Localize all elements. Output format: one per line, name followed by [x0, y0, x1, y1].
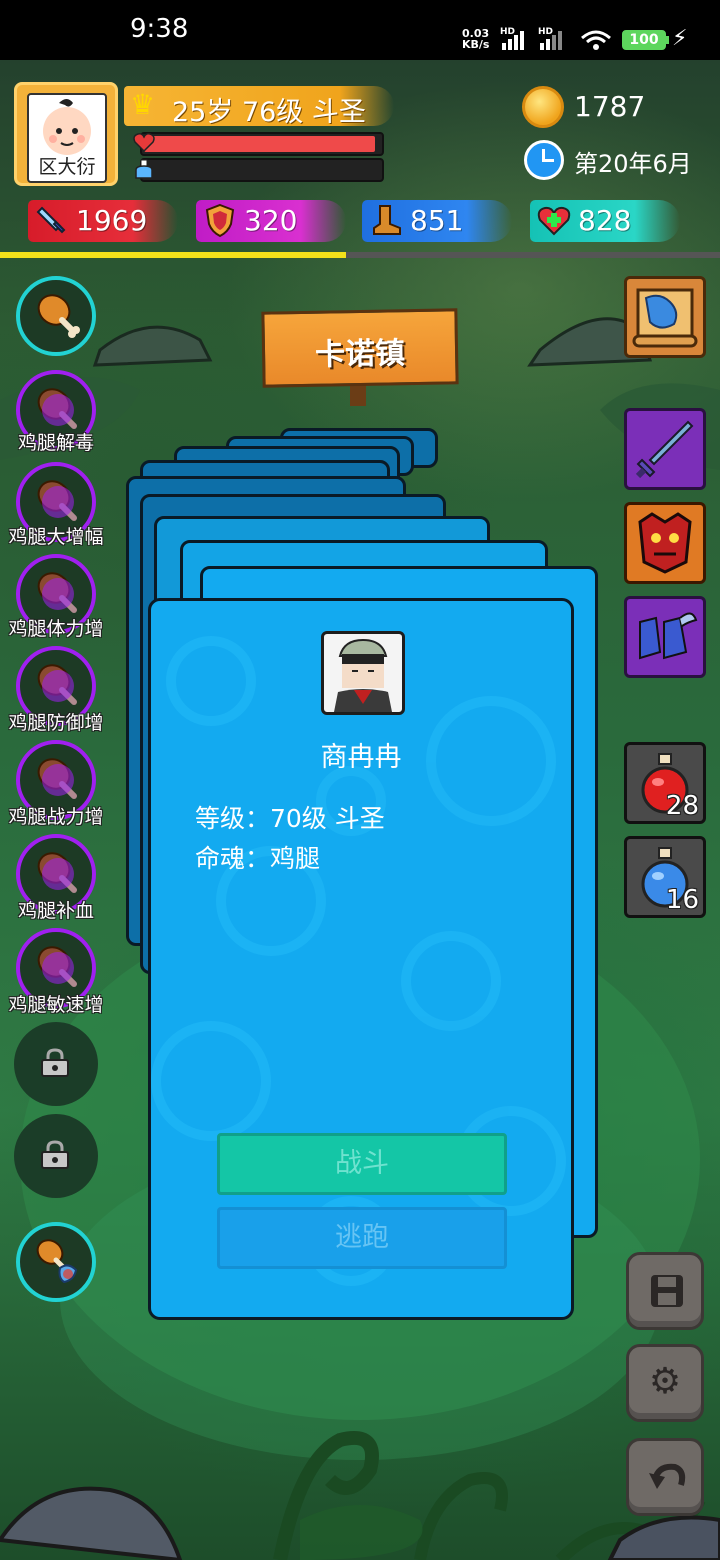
npc-level: 等级：70级 斗圣: [195, 804, 385, 833]
speed-stat: 851: [362, 200, 512, 242]
player-avatar-button[interactable]: 区大衍: [14, 82, 118, 186]
drumstick-heal-icon: [37, 852, 77, 893]
player-name: 区大衍: [38, 156, 96, 178]
defense-value: 320: [244, 204, 298, 237]
sword-icon: [36, 206, 66, 234]
speed-value: 851: [410, 204, 464, 237]
map-button[interactable]: [624, 276, 706, 358]
level-banner: ♛ 25岁 76级 斗圣: [124, 86, 394, 128]
blue-potion-count: 16: [665, 885, 699, 915]
drumstick-stamina-icon: [37, 572, 77, 613]
scroll-map-icon: [632, 288, 698, 348]
clock-time: 9:38: [130, 14, 189, 44]
lock-icon: [41, 1048, 69, 1077]
gold-amount: 1787: [574, 90, 646, 123]
battery-tip: [666, 36, 669, 44]
drumstick-buff-button[interactable]: [16, 276, 96, 356]
drumstick-defense-icon: [37, 664, 77, 705]
gear-icon: ⚙: [648, 1361, 682, 1402]
game-date: 第20年6月: [574, 150, 692, 178]
mana-flask-icon: [132, 158, 156, 187]
back-arrow-icon: [649, 1463, 686, 1489]
system-status-bar: 9:38 0.03 KB/s HD HD 100 ⚡: [0, 0, 720, 60]
npc-soul: 命魂：鸡腿: [195, 844, 321, 873]
sign-post: [350, 384, 366, 406]
heart-plus-icon: [537, 206, 571, 236]
demon-armor-icon: [638, 512, 692, 574]
boots-slot[interactable]: [624, 596, 706, 678]
npc-portrait: [321, 631, 405, 715]
boot-icon: [373, 205, 401, 235]
shield-icon: [205, 203, 235, 238]
buff-speed-label: 鸡腿敏速增: [8, 994, 104, 1016]
locked-slot[interactable]: [14, 1022, 98, 1106]
drumstick-speed-icon: [37, 946, 77, 987]
sword-equipment-icon: [635, 420, 694, 479]
blue-potion-slot[interactable]: 16: [624, 836, 706, 918]
auto-drumstick-button[interactable]: [16, 1222, 96, 1302]
signal-wifi-icons: HD HD: [500, 27, 611, 50]
npc-face-icon: [334, 638, 392, 712]
buff-defense-label: 鸡腿防御增: [8, 712, 104, 734]
winged-boots-icon: [639, 612, 698, 660]
health-value: 828: [578, 204, 632, 237]
drumstick-attack-icon: [37, 758, 77, 799]
buff-detox-label: 鸡腿解毒: [17, 432, 94, 454]
experience-bar-fill: [0, 252, 346, 258]
locked-slot[interactable]: [14, 1114, 98, 1198]
player-level-text: 25岁 76级 斗圣: [172, 97, 366, 128]
drumstick-icon: [37, 294, 80, 338]
svg-text:HD: HD: [500, 27, 515, 37]
avatar: 区大衍: [27, 93, 107, 183]
hp-bar: [140, 132, 384, 156]
npc-name: 商冉冉: [320, 742, 402, 773]
drumstick-boost-icon: [37, 480, 77, 521]
encounter-card: 商冉冉 等级：70级 斗圣 命魂：鸡腿 战斗 逃跑: [148, 598, 574, 1320]
red-potion-count: 28: [665, 791, 699, 821]
back-button[interactable]: [626, 1438, 704, 1516]
location-sign: 卡诺镇: [261, 308, 459, 388]
drumstick-dragon-icon: [36, 1239, 78, 1284]
svg-text:HD: HD: [538, 27, 553, 37]
floppy-disk-icon: [651, 1275, 683, 1307]
fight-button[interactable]: 战斗: [217, 1133, 507, 1195]
experience-bar: [0, 252, 720, 258]
defense-stat: 320: [196, 200, 346, 242]
drumstick-detox-icon: [37, 388, 77, 429]
hp-bar-fill: [144, 136, 375, 152]
mp-bar: [140, 158, 384, 182]
crown-icon: ♛: [130, 88, 156, 121]
weapon-slot[interactable]: [624, 408, 706, 490]
settings-button[interactable]: ⚙: [626, 1344, 704, 1422]
flee-button[interactable]: 逃跑: [217, 1207, 507, 1269]
buff-heal-label: 鸡腿补血: [17, 900, 94, 922]
attack-value: 1969: [76, 204, 148, 237]
armor-slot[interactable]: [624, 502, 706, 584]
charging-icon: ⚡: [672, 26, 688, 51]
red-potion-slot[interactable]: 28: [624, 742, 706, 824]
network-speed: 0.03 KB/s: [462, 27, 490, 51]
buff-stamina-label: 鸡腿体力增: [8, 618, 104, 640]
battery-indicator: 100: [622, 30, 666, 50]
attack-stat: 1969: [28, 200, 178, 242]
heart-icon: [132, 130, 156, 159]
clock-icon: [524, 140, 564, 180]
save-button[interactable]: [626, 1252, 704, 1330]
buff-boost-label: 鸡腿大增幅: [8, 526, 104, 548]
health-stat: 828: [530, 200, 680, 242]
gold-coin-icon: [522, 86, 564, 128]
location-name: 卡诺镇: [314, 336, 406, 373]
buff-attack-label: 鸡腿战力增: [8, 806, 104, 828]
lock-icon: [41, 1140, 69, 1169]
